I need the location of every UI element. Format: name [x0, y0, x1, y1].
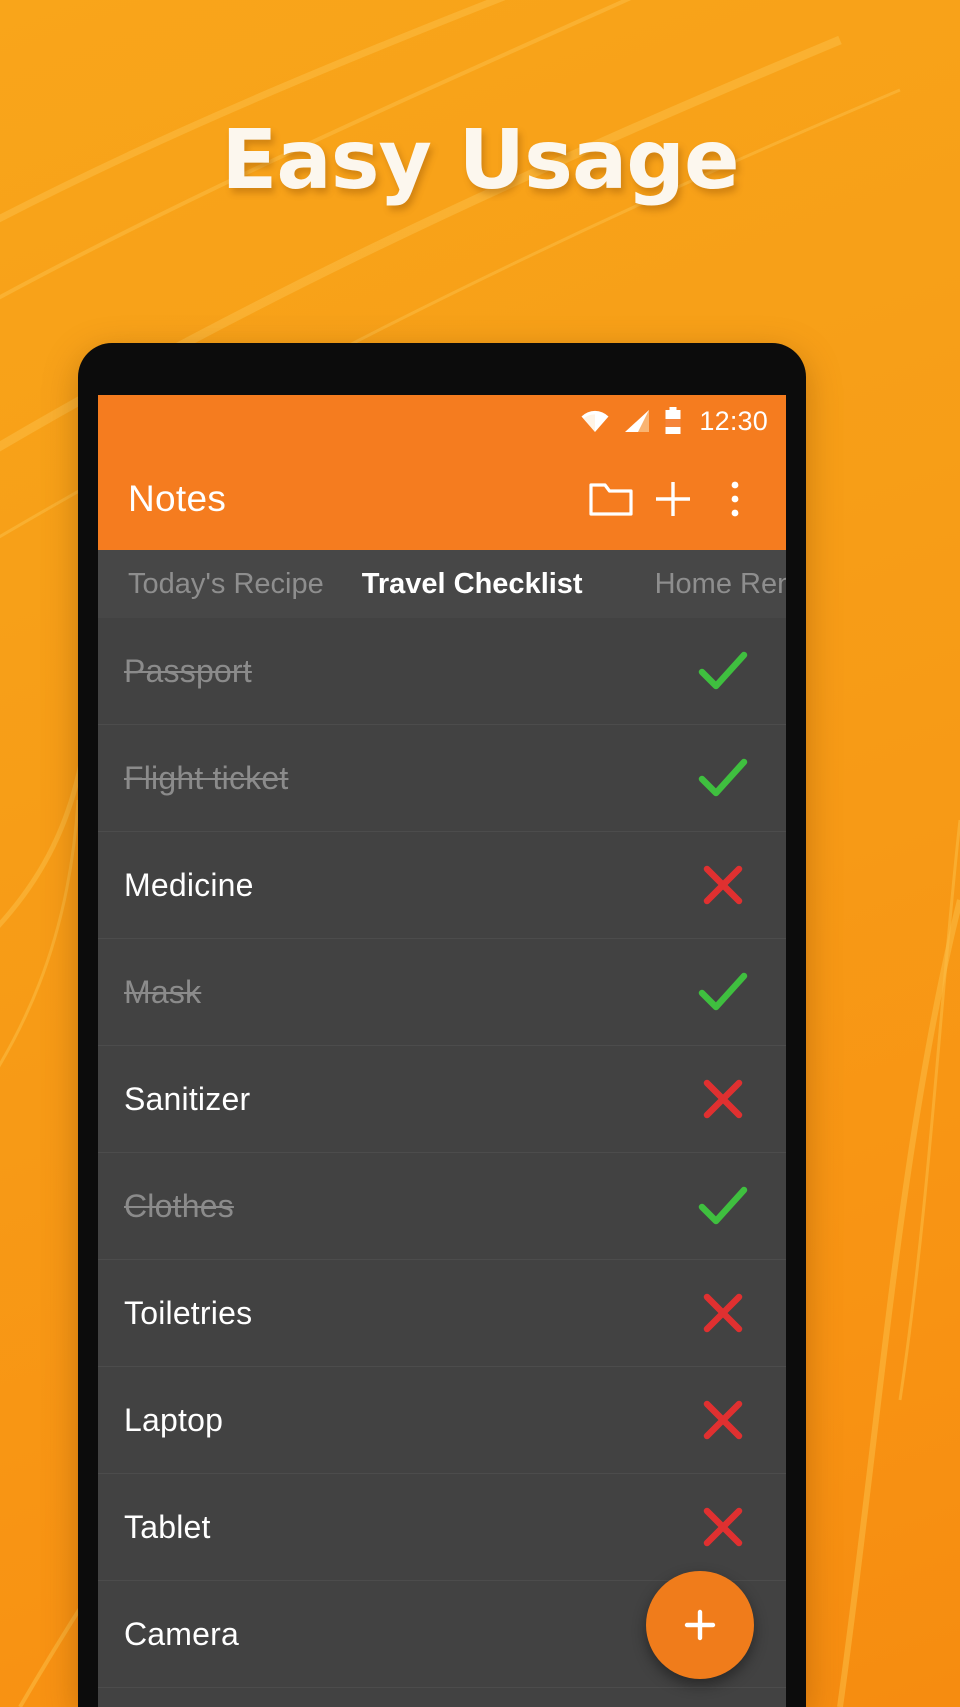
checklist-row[interactable]: Tablet	[98, 1474, 786, 1581]
tab-travel-checklist[interactable]: Travel Checklist	[356, 568, 589, 601]
folder-icon	[589, 482, 633, 516]
checklist-item-label: Toiletries	[124, 1294, 253, 1331]
checklist-row[interactable]: Clothes	[98, 1153, 786, 1260]
check-button[interactable]	[696, 965, 750, 1019]
checklist-item-label: Camera	[124, 1615, 240, 1652]
checklist-item-label: Flight ticket	[124, 759, 289, 796]
cross-icon	[703, 1400, 743, 1440]
cross-button[interactable]	[696, 858, 750, 912]
app-bar-main-row: Notes	[98, 447, 786, 550]
add-icon	[656, 481, 690, 516]
app-bar-title: Notes	[128, 477, 227, 519]
checklist-row[interactable]: Toiletries	[98, 1260, 786, 1367]
checklist-row[interactable]: Passport	[98, 618, 786, 725]
battery-icon	[665, 407, 681, 434]
checklist-item-label: Tablet	[124, 1508, 211, 1545]
checklist-item-label: Sanitizer	[124, 1080, 251, 1117]
status-bar: 12:30	[98, 395, 786, 447]
cross-button[interactable]	[696, 1500, 750, 1554]
app-bar: 12:30 Notes	[98, 395, 786, 550]
checklist-row[interactable]: Flight ticket	[98, 725, 786, 832]
cross-button[interactable]	[696, 1393, 750, 1447]
overflow-menu-icon	[731, 481, 739, 516]
tab-home-reno[interactable]: Home Reno	[649, 568, 786, 601]
phone-screen: 12:30 Notes Today's Recipe Travel Checkl…	[98, 395, 786, 1707]
add-button[interactable]	[642, 468, 704, 530]
checklist-item-label: Mask	[124, 973, 202, 1010]
cross-button[interactable]	[696, 1072, 750, 1126]
check-icon	[698, 1186, 748, 1225]
signal-icon	[625, 410, 650, 432]
note-tab-strip[interactable]: Today's Recipe Travel Checklist Home Ren…	[98, 550, 786, 618]
checklist-row[interactable]: Laptop	[98, 1367, 786, 1474]
cross-icon	[703, 865, 743, 905]
checklist-item-label: Medicine	[124, 866, 254, 903]
status-bar-clock: 12:30	[699, 405, 768, 436]
checklist-item-label: Passport	[124, 652, 252, 689]
checklist-row[interactable]: Sanitizer	[98, 1046, 786, 1153]
tab-todays-recipe[interactable]: Today's Recipe	[122, 568, 330, 601]
check-button[interactable]	[696, 1179, 750, 1233]
checklist-row[interactable]: Medicine	[98, 832, 786, 939]
check-button[interactable]	[696, 644, 750, 698]
checklist-item-label: Clothes	[124, 1187, 234, 1224]
check-icon	[698, 651, 748, 690]
check-icon	[698, 972, 748, 1011]
overflow-menu-button[interactable]	[704, 468, 766, 530]
add-note-fab[interactable]	[646, 1571, 754, 1679]
cross-icon	[703, 1079, 743, 1119]
check-icon	[698, 758, 748, 797]
cross-icon	[703, 1293, 743, 1333]
checklist-row[interactable]: Mask	[98, 939, 786, 1046]
page-title: Easy Usage	[221, 113, 739, 208]
folder-button[interactable]	[580, 468, 642, 530]
cross-button[interactable]	[696, 1286, 750, 1340]
check-button[interactable]	[696, 751, 750, 805]
cross-icon	[703, 1507, 743, 1547]
phone-mockup: 12:30 Notes Today's Recipe Travel Checkl…	[78, 343, 806, 1707]
checklist: Passport Flight ticket Medicine Mask Sanitiz…	[98, 618, 786, 1688]
wifi-icon	[581, 410, 609, 432]
add-icon	[684, 1609, 716, 1641]
checklist-item-label: Laptop	[124, 1401, 224, 1438]
